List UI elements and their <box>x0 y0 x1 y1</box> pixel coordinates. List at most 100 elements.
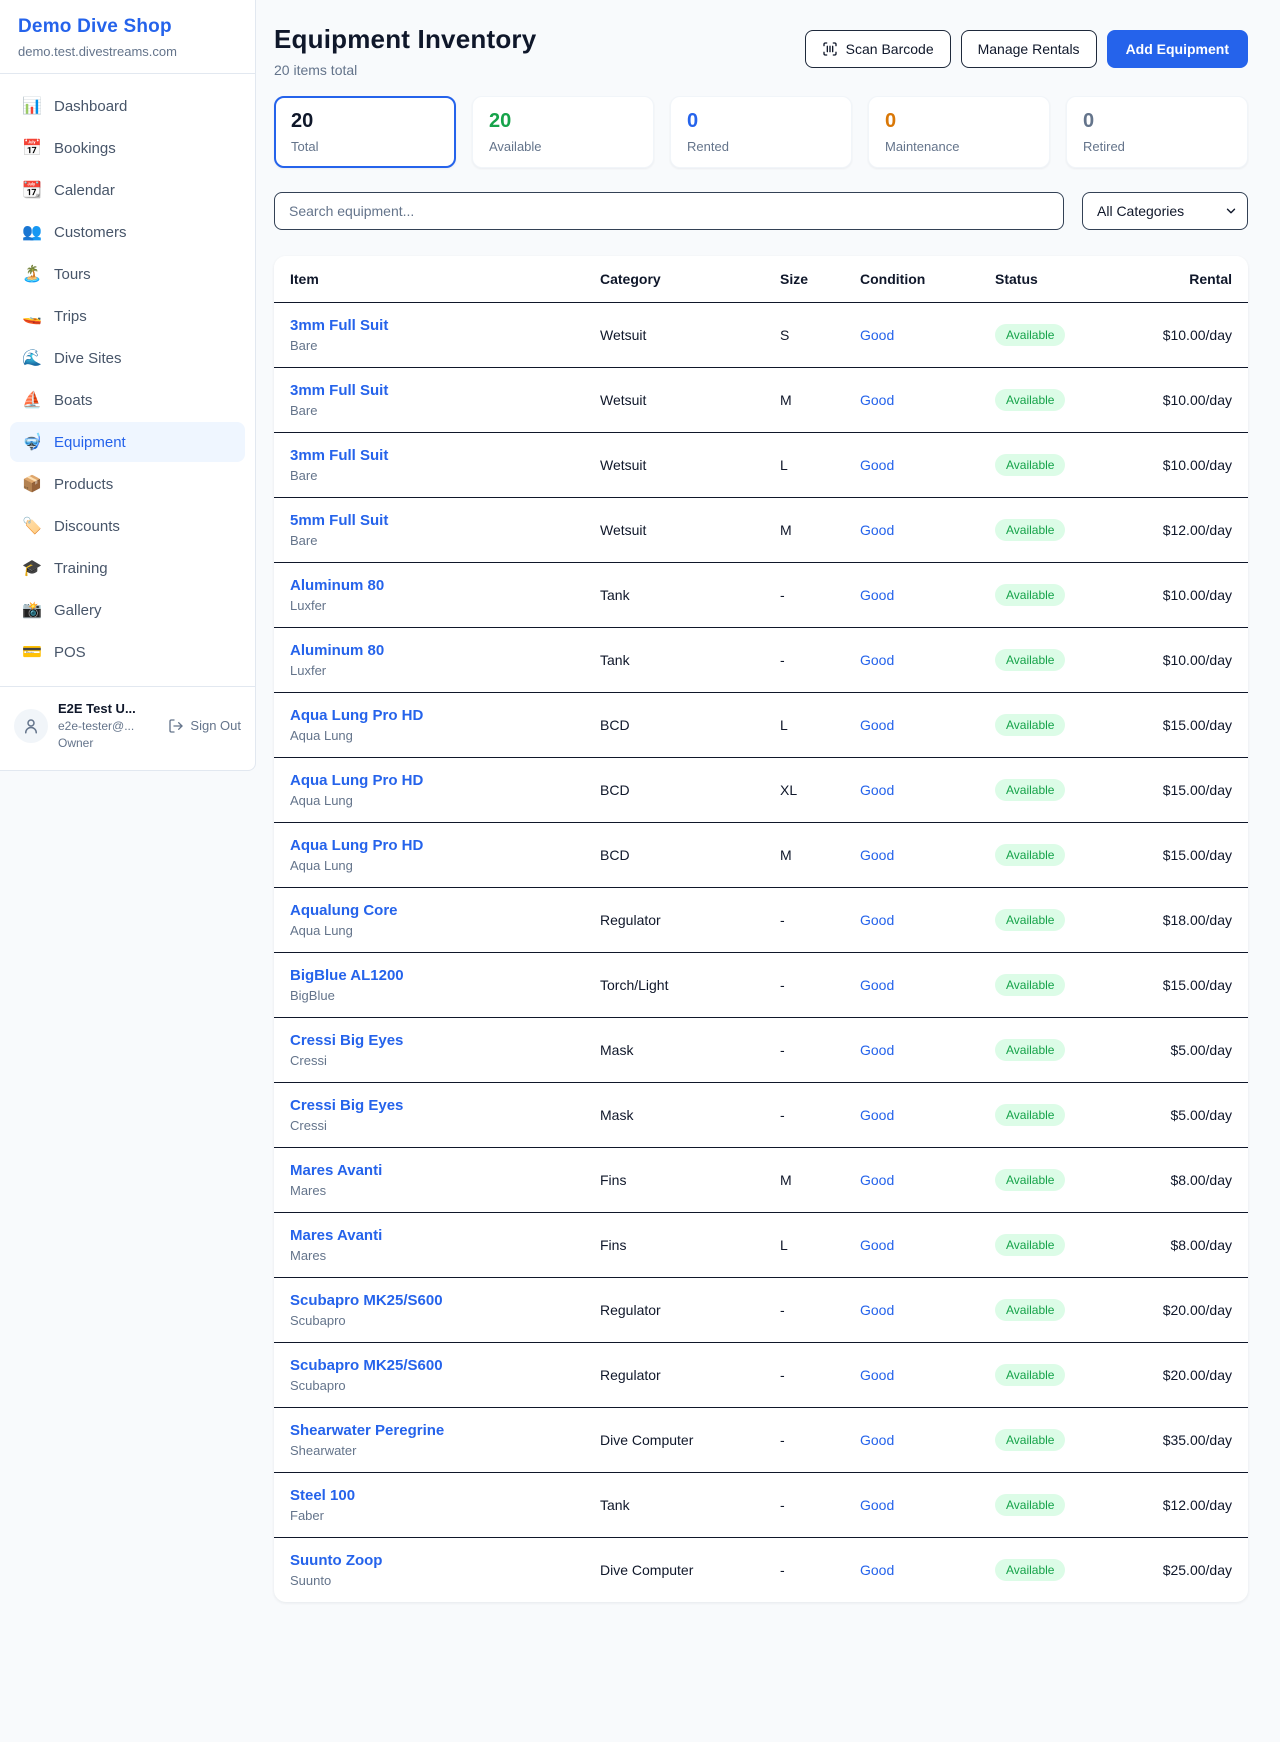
status-badge: Available <box>995 714 1065 736</box>
item-name-link[interactable]: Steel 100 <box>290 1487 568 1504</box>
sidebar-item-products[interactable]: 📦Products <box>10 464 245 504</box>
sidebar-item-customers[interactable]: 👥Customers <box>10 212 245 252</box>
add-equipment-button[interactable]: Add Equipment <box>1107 30 1248 68</box>
item-category: Tank <box>584 563 764 628</box>
avatar <box>14 709 48 743</box>
calendar-icon: 📅 <box>22 138 42 158</box>
category-select-wrap: All Categories <box>1082 192 1248 230</box>
sidebar-item-gallery[interactable]: 📸Gallery <box>10 590 245 630</box>
item-name-link[interactable]: Aqua Lung Pro HD <box>290 772 568 789</box>
page-title: Equipment Inventory <box>274 24 536 55</box>
table-row: BigBlue AL1200BigBlueTorch/Light-GoodAva… <box>274 953 1248 1018</box>
stat-card-retired[interactable]: 0Retired <box>1066 96 1248 168</box>
sidebar-item-bookings[interactable]: 📅 Bookings <box>10 128 245 168</box>
item-name-link[interactable]: Aluminum 80 <box>290 577 568 594</box>
sidebar-item-pos[interactable]: 💳POS <box>10 632 245 672</box>
item-name-link[interactable]: Aqua Lung Pro HD <box>290 707 568 724</box>
sidebar-item-dive-sites[interactable]: 🌊Dive Sites <box>10 338 245 378</box>
item-condition-link[interactable]: Good <box>860 1042 894 1058</box>
package-icon: 📦 <box>22 474 42 494</box>
item-name-link[interactable]: 5mm Full Suit <box>290 512 568 529</box>
item-name-link[interactable]: BigBlue AL1200 <box>290 967 568 984</box>
item-condition-link[interactable]: Good <box>860 652 894 668</box>
item-condition-link[interactable]: Good <box>860 847 894 863</box>
scan-barcode-button[interactable]: Scan Barcode <box>805 30 951 68</box>
item-category: Tank <box>584 628 764 693</box>
item-condition-link[interactable]: Good <box>860 392 894 408</box>
sidebar-item-dashboard[interactable]: 📊Dashboard <box>10 86 245 126</box>
item-name-link[interactable]: Scubapro MK25/S600 <box>290 1292 568 1309</box>
item-name-link[interactable]: Scubapro MK25/S600 <box>290 1357 568 1374</box>
table-row: Aluminum 80LuxferTank-GoodAvailable$10.0… <box>274 628 1248 693</box>
status-badge: Available <box>995 519 1065 541</box>
item-name-link[interactable]: Aqua Lung Pro HD <box>290 837 568 854</box>
stat-card-rented[interactable]: 0Rented <box>670 96 852 168</box>
item-name-link[interactable]: Suunto Zoop <box>290 1552 568 1569</box>
sidebar-item-label: Boats <box>54 392 92 409</box>
filters-row: All Categories <box>274 192 1248 230</box>
item-category: Fins <box>584 1148 764 1213</box>
item-name-link[interactable]: Shearwater Peregrine <box>290 1422 568 1439</box>
item-size: L <box>764 693 844 758</box>
item-condition-link[interactable]: Good <box>860 1172 894 1188</box>
item-condition-link[interactable]: Good <box>860 1367 894 1383</box>
item-brand: BigBlue <box>290 988 568 1003</box>
sidebar-item-discounts[interactable]: 🏷️Discounts <box>10 506 245 546</box>
item-condition-link[interactable]: Good <box>860 782 894 798</box>
user-name: E2E Test U... <box>58 701 158 716</box>
item-rental-price: $10.00/day <box>1129 628 1248 693</box>
sidebar-item-label: Equipment <box>54 434 126 451</box>
stat-card-maintenance[interactable]: 0Maintenance <box>868 96 1050 168</box>
stat-label: Maintenance <box>885 139 1033 154</box>
category-select[interactable]: All Categories <box>1082 192 1248 230</box>
item-size: XL <box>764 758 844 823</box>
sidebar-item-calendar[interactable]: 📆Calendar <box>10 170 245 210</box>
item-condition-link[interactable]: Good <box>860 1302 894 1318</box>
item-condition-link[interactable]: Good <box>860 457 894 473</box>
item-name-link[interactable]: Cressi Big Eyes <box>290 1097 568 1114</box>
table-row: 3mm Full SuitBareWetsuitLGoodAvailable$1… <box>274 433 1248 498</box>
item-name-link[interactable]: Mares Avanti <box>290 1162 568 1179</box>
item-condition-link[interactable]: Good <box>860 977 894 993</box>
item-rental-price: $25.00/day <box>1129 1538 1248 1603</box>
item-brand: Mares <box>290 1183 568 1198</box>
sidebar-item-tours[interactable]: 🏝️Tours <box>10 254 245 294</box>
stat-value: 20 <box>291 110 439 133</box>
item-name-link[interactable]: 3mm Full Suit <box>290 382 568 399</box>
sidebar-item-boats[interactable]: ⛵Boats <box>10 380 245 420</box>
item-category: Wetsuit <box>584 498 764 563</box>
item-rental-price: $8.00/day <box>1129 1213 1248 1278</box>
item-name-link[interactable]: Aluminum 80 <box>290 642 568 659</box>
item-condition-link[interactable]: Good <box>860 587 894 603</box>
item-name-link[interactable]: 3mm Full Suit <box>290 317 568 334</box>
item-size: - <box>764 1408 844 1473</box>
item-condition-link[interactable]: Good <box>860 1107 894 1123</box>
item-name-link[interactable]: Mares Avanti <box>290 1227 568 1244</box>
item-name-link[interactable]: Cressi Big Eyes <box>290 1032 568 1049</box>
manage-rentals-button[interactable]: Manage Rentals <box>961 30 1097 68</box>
item-condition-link[interactable]: Good <box>860 1432 894 1448</box>
item-condition-link[interactable]: Good <box>860 522 894 538</box>
stat-card-available[interactable]: 20Available <box>472 96 654 168</box>
sidebar-item-training[interactable]: 🎓Training <box>10 548 245 588</box>
item-name-link[interactable]: Aqualung Core <box>290 902 568 919</box>
item-condition-link[interactable]: Good <box>860 912 894 928</box>
item-brand: Aqua Lung <box>290 858 568 873</box>
item-condition-link[interactable]: Good <box>860 1237 894 1253</box>
sidebar-item-equipment[interactable]: 🤿Equipment <box>10 422 245 462</box>
sidebar-item-label: Bookings <box>54 140 116 157</box>
stat-card-total[interactable]: 20Total <box>274 96 456 168</box>
item-condition-link[interactable]: Good <box>860 717 894 733</box>
sidebar-item-trips[interactable]: 🚤Trips <box>10 296 245 336</box>
item-category: Dive Computer <box>584 1538 764 1603</box>
item-condition-link[interactable]: Good <box>860 327 894 343</box>
sign-out-button[interactable]: Sign Out <box>168 718 241 734</box>
item-condition-link[interactable]: Good <box>860 1497 894 1513</box>
item-rental-price: $5.00/day <box>1129 1018 1248 1083</box>
item-brand: Cressi <box>290 1118 568 1133</box>
item-name-link[interactable]: 3mm Full Suit <box>290 447 568 464</box>
item-condition-link[interactable]: Good <box>860 1562 894 1578</box>
table-row: Suunto ZoopSuuntoDive Computer-GoodAvail… <box>274 1538 1248 1603</box>
search-input[interactable] <box>274 192 1064 230</box>
table-row: Cressi Big EyesCressiMask-GoodAvailable$… <box>274 1083 1248 1148</box>
